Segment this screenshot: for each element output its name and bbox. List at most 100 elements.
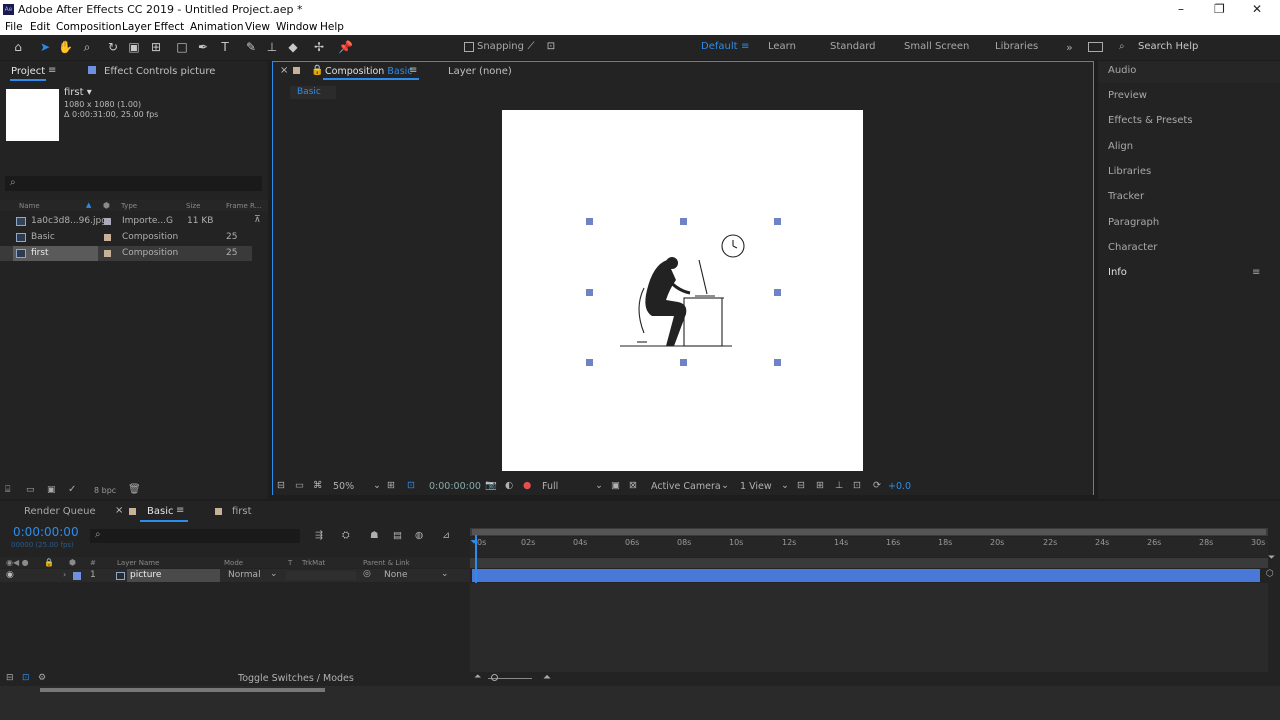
region-of-interest-icon[interactable]: ▣ xyxy=(611,480,620,491)
timeline-panel-menu-icon[interactable]: ≡ xyxy=(176,505,184,516)
rotate-tool-icon[interactable]: ↻ xyxy=(106,40,120,54)
timeline-scrollbar[interactable] xyxy=(40,688,325,692)
menu-window[interactable]: Window xyxy=(276,21,317,33)
current-time-display[interactable]: 0:00:00:00 xyxy=(429,481,481,492)
project-item-row-selected[interactable]: first Composition 25 xyxy=(0,246,252,261)
chevron-down-icon[interactable]: ⌄ xyxy=(441,569,449,579)
interpret-footage-icon[interactable]: ⌸ xyxy=(5,485,10,495)
panel-paragraph[interactable]: Paragraph xyxy=(1108,217,1159,228)
tab-composition[interactable]: Composition Basic xyxy=(325,66,413,77)
transfer-controls-icon[interactable]: ⊡ xyxy=(22,673,30,683)
snap-edges-icon[interactable]: ⟋ xyxy=(524,40,538,54)
parent-select[interactable]: None xyxy=(384,570,407,580)
project-item-row[interactable]: Basic Composition 25 xyxy=(0,230,268,245)
comp-marker-bin-icon[interactable]: ⬡ xyxy=(1266,569,1274,579)
clone-stamp-tool-icon[interactable]: ⊥ xyxy=(265,40,279,54)
preview-item-name[interactable]: first ▾ xyxy=(64,87,92,98)
exposure-value[interactable]: +0.0 xyxy=(888,481,911,492)
transform-handle[interactable] xyxy=(586,218,593,225)
minimize-icon[interactable]: – xyxy=(1178,2,1184,16)
snap-features-icon[interactable]: ⊡ xyxy=(544,40,558,54)
col-frame-rate[interactable]: Frame R... xyxy=(226,202,261,210)
project-search-input[interactable] xyxy=(5,176,262,191)
workspace-libraries[interactable]: Libraries xyxy=(995,41,1038,52)
tab-basic[interactable]: Basic xyxy=(147,506,173,517)
col-mode[interactable]: Mode xyxy=(224,559,243,567)
project-panel-menu-icon[interactable]: ≡ xyxy=(48,65,56,76)
bit-depth-label[interactable]: 8 bpc xyxy=(94,486,116,495)
panel-preview[interactable]: Preview xyxy=(1108,90,1147,101)
delete-icon[interactable]: 🗑 xyxy=(128,484,141,495)
lock-icon[interactable]: 🔒 xyxy=(311,65,323,76)
menu-view[interactable]: View xyxy=(245,21,270,33)
graph-editor-icon[interactable]: ⊿ xyxy=(442,530,450,541)
frame-blending-icon[interactable]: ▤ xyxy=(393,530,402,541)
info-panel-menu-icon[interactable]: ≡ xyxy=(1252,267,1260,278)
sort-ascending-icon[interactable]: ▲ xyxy=(86,201,91,209)
transform-handle[interactable] xyxy=(680,359,687,366)
transparency-grid-icon[interactable]: ⊠ xyxy=(629,480,637,491)
layer-row[interactable]: ◉ › 1 picture Normal ⌄ ◎ None ⌄ xyxy=(0,569,470,582)
always-preview-icon[interactable]: ⊟ xyxy=(277,480,285,491)
draft-3d-icon[interactable]: ⛭ xyxy=(342,530,350,541)
flowchart-icon[interactable]: ⊡ xyxy=(853,480,861,491)
new-composition-icon[interactable]: ▣ xyxy=(47,485,56,495)
channel-icon[interactable]: ● xyxy=(523,480,531,491)
workspace-learn[interactable]: Learn xyxy=(768,41,796,52)
label-column-icon[interactable]: ⬢ xyxy=(103,201,110,210)
search-help-input[interactable]: Search Help xyxy=(1138,41,1198,52)
pick-whip-icon[interactable]: ◎ xyxy=(363,569,371,579)
snapshot-icon[interactable]: 📷 xyxy=(485,480,497,491)
chevron-down-icon[interactable]: ⌄ xyxy=(781,480,789,491)
tab-first[interactable]: first xyxy=(232,506,252,517)
panel-tracker[interactable]: Tracker xyxy=(1108,191,1144,202)
av-features-icon[interactable]: ◉◀ ● xyxy=(6,558,29,567)
breadcrumb[interactable]: Basic xyxy=(290,86,336,99)
video-visibility-icon[interactable]: ◉ xyxy=(6,570,14,580)
tab-render-queue[interactable]: Render Queue xyxy=(24,506,96,517)
layer-label-swatch[interactable] xyxy=(73,572,81,580)
brush-tool-icon[interactable]: ✎ xyxy=(244,40,258,54)
lock-column-icon[interactable]: 🔒 xyxy=(44,558,54,567)
preview-options-icon[interactable]: ⌘ xyxy=(313,480,323,491)
label-column-icon[interactable]: ⬢ xyxy=(69,558,76,567)
menu-layer[interactable]: Layer xyxy=(122,21,151,33)
timeline-track-area[interactable] xyxy=(470,583,1268,672)
close-tab-icon[interactable]: × xyxy=(115,505,123,516)
col-type[interactable]: Type xyxy=(121,202,137,210)
zoom-slider-thumb[interactable] xyxy=(491,674,498,681)
chevron-down-icon[interactable]: ⌄ xyxy=(270,569,278,579)
layer-switches-icon[interactable]: ⊟ xyxy=(6,673,14,683)
camera-select[interactable]: Active Camera xyxy=(651,481,721,492)
more-workspaces-icon[interactable]: » xyxy=(1066,41,1073,54)
expand-layer-icon[interactable]: › xyxy=(63,570,66,579)
motion-blur-icon[interactable]: ◍ xyxy=(415,530,423,541)
selection-tool-icon[interactable]: ➤ xyxy=(38,40,52,54)
tab-layer[interactable]: Layer (none) xyxy=(448,66,512,77)
workspace-small-screen[interactable]: Small Screen xyxy=(904,41,969,52)
zoom-out-icon[interactable]: ⏶ xyxy=(474,672,481,682)
in-out-icon[interactable]: ⚙ xyxy=(38,673,46,683)
trkmat-field[interactable] xyxy=(286,571,356,580)
col-trkmat[interactable]: TrkMat xyxy=(302,559,325,567)
project-item-row[interactable]: 1a0c3d8...96.jpg Importe...G 11 KB ⊼ xyxy=(0,214,268,229)
monitor-icon[interactable]: ▭ xyxy=(295,480,304,491)
render-icon[interactable]: ✓ xyxy=(68,484,76,495)
maximize-icon[interactable]: ❐ xyxy=(1214,2,1225,16)
chevron-down-icon[interactable]: ⌄ xyxy=(721,480,729,491)
chevron-down-icon[interactable]: ⌄ xyxy=(373,480,381,491)
col-size[interactable]: Size xyxy=(186,202,200,210)
eraser-tool-icon[interactable]: ◆ xyxy=(286,40,300,54)
transform-handle[interactable] xyxy=(774,359,781,366)
menu-animation[interactable]: Animation xyxy=(190,21,244,33)
panel-libraries[interactable]: Libraries xyxy=(1108,166,1151,177)
composition-canvas[interactable] xyxy=(502,110,863,471)
reset-exposure-icon[interactable]: ⟳ xyxy=(873,480,881,491)
col-name[interactable]: Name xyxy=(19,202,40,210)
close-icon[interactable]: ✕ xyxy=(1252,2,1262,16)
close-tab-icon[interactable]: × xyxy=(280,65,288,76)
rectangle-tool-icon[interactable]: □ xyxy=(175,40,189,54)
col-layer-name[interactable]: Layer Name xyxy=(117,559,159,567)
blend-mode-select[interactable]: Normal xyxy=(228,570,261,580)
timeline-icon[interactable]: ⊥ xyxy=(835,480,843,491)
